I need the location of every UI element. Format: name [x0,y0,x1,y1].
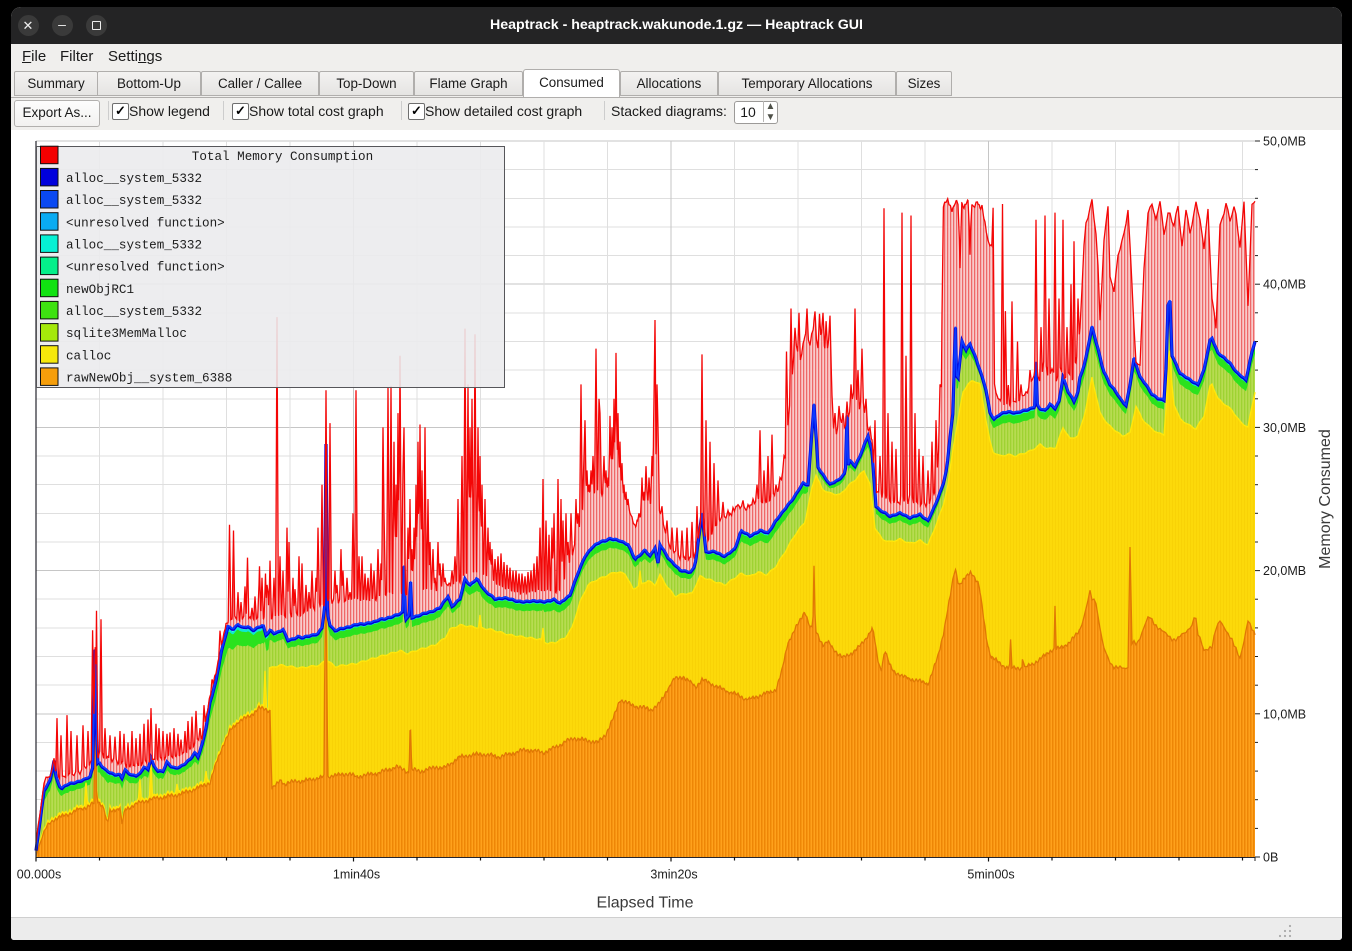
svg-text:10,0MB: 10,0MB [1263,707,1306,721]
svg-text:calloc: calloc [66,349,111,363]
svg-text:alloc__system_5332: alloc__system_5332 [66,239,202,253]
svg-text:rawNewObj__system_6388: rawNewObj__system_6388 [66,372,232,386]
svg-text:<unresolved function>: <unresolved function> [66,216,225,230]
svg-text:sqlite3MemMalloc: sqlite3MemMalloc [66,327,187,341]
svg-text:30,0MB: 30,0MB [1263,421,1306,435]
svg-text:alloc__system_5332: alloc__system_5332 [66,194,202,208]
svg-text:20,0MB: 20,0MB [1263,564,1306,578]
svg-text:Elapsed Time: Elapsed Time [597,895,694,912]
svg-text:5min00s: 5min00s [967,868,1014,882]
svg-text:alloc__system_5332: alloc__system_5332 [66,172,202,186]
svg-text:40,0MB: 40,0MB [1263,278,1306,292]
svg-text:alloc__system_5332: alloc__system_5332 [66,305,202,319]
svg-text:newObjRC1: newObjRC1 [66,283,134,297]
svg-text:1min40s: 1min40s [333,868,380,882]
svg-text:0B: 0B [1263,851,1278,865]
svg-text:Total Memory Consumption: Total Memory Consumption [192,150,373,164]
svg-text:3min20s: 3min20s [650,868,697,882]
svg-text:<unresolved function>: <unresolved function> [66,261,225,275]
svg-text:50,0MB: 50,0MB [1263,135,1306,149]
svg-text:00.000s: 00.000s [17,868,61,882]
svg-text:Memory Consumed: Memory Consumed [1317,429,1334,569]
